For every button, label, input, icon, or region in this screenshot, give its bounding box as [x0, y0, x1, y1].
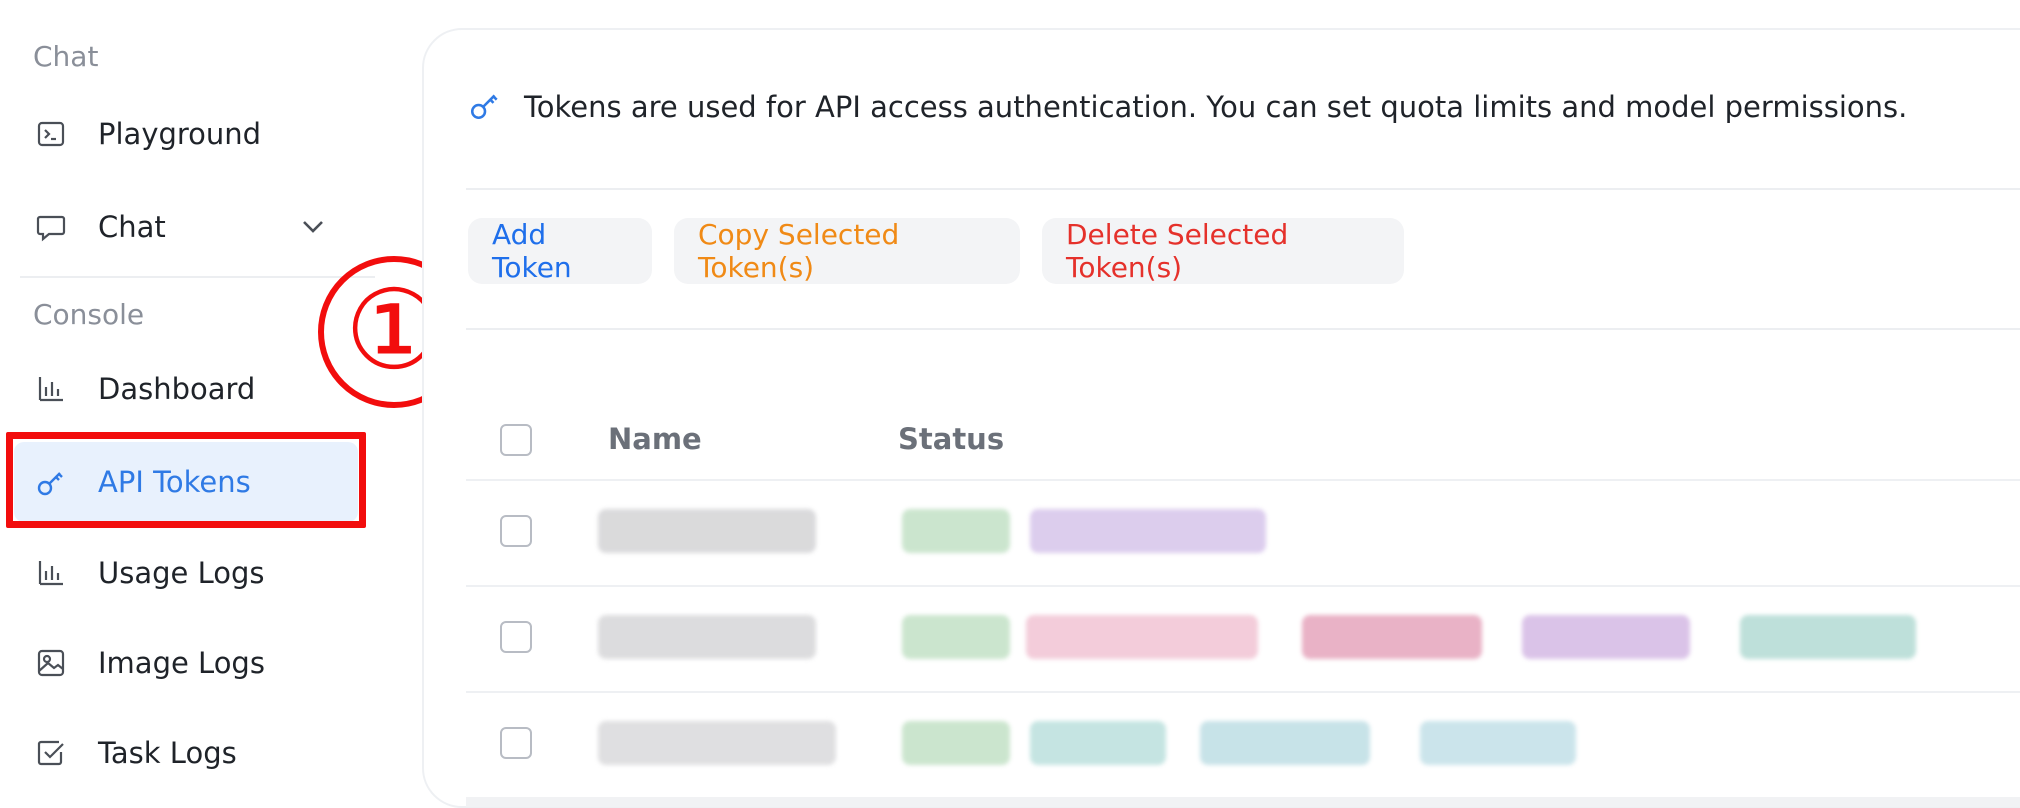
redacted-status-badge [902, 615, 1010, 659]
chat-bubble-icon [34, 210, 68, 244]
redacted-token-name [598, 615, 816, 659]
redacted-status-badge [902, 509, 1010, 553]
row-checkbox[interactable] [500, 515, 532, 547]
sidebar-item-chat[interactable]: Chat [14, 187, 358, 267]
copy-selected-tokens-button[interactable]: Copy Selected Token(s) [674, 218, 1020, 284]
column-header-status: Status [898, 422, 1005, 456]
info-text: Tokens are used for API access authentic… [524, 90, 1908, 124]
redacted-model-badge [1030, 509, 1266, 553]
row-checkbox[interactable] [500, 621, 532, 653]
redacted-model-badge [1200, 721, 1370, 765]
redacted-model-badge [1420, 721, 1576, 765]
redacted-status-badge [902, 721, 1010, 765]
terminal-icon [34, 117, 68, 151]
section-label-chat: Chat [33, 40, 99, 73]
redacted-model-badge [1302, 615, 1482, 659]
table-row-divider [466, 797, 2020, 807]
divider [466, 188, 2020, 190]
redacted-model-badge [1026, 615, 1258, 659]
info-banner: Tokens are used for API access authentic… [468, 88, 1907, 126]
chevron-down-icon[interactable] [298, 211, 328, 241]
redacted-token-name [598, 509, 816, 553]
sidebar-item-label: Playground [98, 117, 262, 151]
bar-chart-icon [34, 372, 68, 406]
redacted-model-badge [1030, 721, 1166, 765]
sidebar-item-task-logs[interactable]: Task Logs [14, 713, 358, 793]
sidebar-item-usage-logs[interactable]: Usage Logs [14, 533, 358, 613]
sidebar-item-label: Dashboard [98, 372, 256, 406]
add-token-button[interactable]: Add Token [468, 218, 652, 284]
redacted-model-badge [1522, 615, 1690, 659]
sidebar-item-label: Usage Logs [98, 556, 265, 590]
sidebar-item-dashboard[interactable]: Dashboard [14, 349, 358, 429]
column-header-name: Name [608, 422, 702, 456]
sidebar-item-playground[interactable]: Playground [14, 94, 358, 174]
select-all-checkbox[interactable] [500, 424, 532, 456]
key-icon [468, 88, 502, 126]
sidebar-item-label: Image Logs [98, 646, 265, 680]
sidebar-item-label: Chat [98, 210, 166, 244]
redacted-token-name [598, 721, 836, 765]
divider [466, 328, 2020, 330]
sidebar-divider [20, 276, 375, 278]
sidebar-item-label: Task Logs [98, 736, 237, 770]
table-header-divider [466, 479, 2020, 481]
image-icon [34, 646, 68, 680]
main-panel: Tokens are used for API access authentic… [422, 28, 2020, 808]
table-row-divider [466, 691, 2020, 693]
bar-chart-icon [34, 556, 68, 590]
delete-selected-tokens-button[interactable]: Delete Selected Token(s) [1042, 218, 1404, 284]
table-row-divider [466, 585, 2020, 587]
row-checkbox[interactable] [500, 727, 532, 759]
checkbox-icon [34, 736, 68, 770]
annotation-highlight-box [6, 432, 366, 528]
sidebar: Chat Playground Chat Console Dashboard A… [0, 0, 400, 778]
sidebar-item-image-logs[interactable]: Image Logs [14, 623, 358, 703]
redacted-model-badge [1740, 615, 1916, 659]
section-label-console: Console [33, 298, 145, 331]
